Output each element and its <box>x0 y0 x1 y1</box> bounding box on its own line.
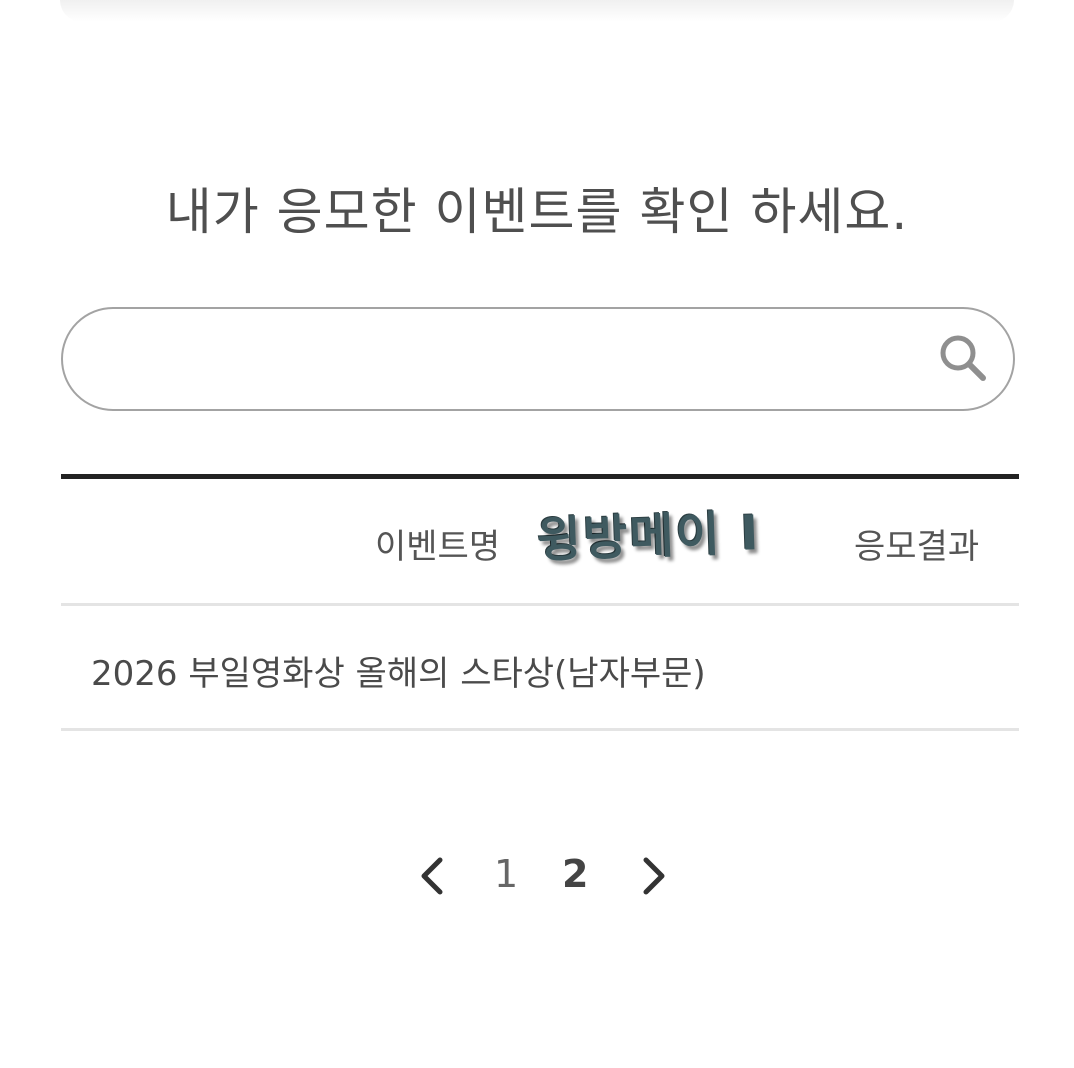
page-title: 내가 응모한 이벤트를 확인 하세요. <box>165 183 909 241</box>
search-icon <box>940 335 986 381</box>
search-button[interactable] <box>933 329 993 389</box>
page-number-1[interactable]: 1 <box>494 852 518 896</box>
column-header-result: 응모결과 <box>854 527 980 567</box>
event-title: 2026 부일영화상 올해의 스타상(남자부문) <box>91 654 706 694</box>
watermark: 윙방메이 I <box>536 505 762 569</box>
chevron-right-icon <box>643 857 665 895</box>
search-input[interactable] <box>103 333 927 389</box>
chevron-left-icon <box>421 857 443 895</box>
top-shadow <box>60 0 1014 22</box>
search-box <box>61 307 1015 411</box>
table-header: 이벤트명 윙방메이 I 응모결과 <box>61 479 1019 605</box>
table-row[interactable]: 2026 부일영화상 올해의 스타상(남자부문) <box>61 606 1019 729</box>
pagination: 1 2 <box>400 838 680 918</box>
table-divider <box>61 728 1019 731</box>
page-number-2[interactable]: 2 <box>562 852 588 896</box>
prev-page-button[interactable] <box>414 854 454 898</box>
column-header-event-name: 이벤트명 <box>375 527 501 567</box>
next-page-button[interactable] <box>632 854 672 898</box>
